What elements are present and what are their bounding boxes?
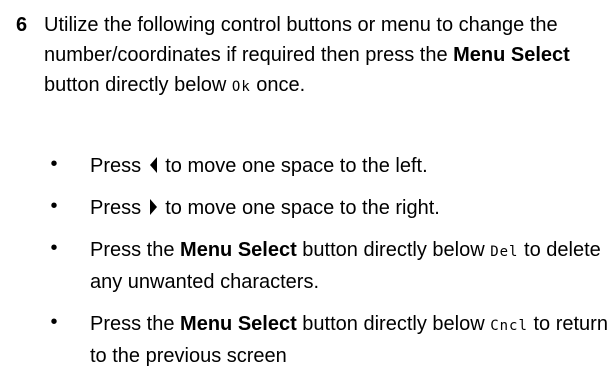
instruction-step: 6 Utilize the following control buttons … [0,0,616,368]
lcd-ok-label: Ok [231,79,251,95]
bullet-dot: • [50,237,58,259]
step-text-part: once. [250,74,306,96]
step-instruction: Utilize the following control buttons or… [44,10,604,102]
left-arrow-icon [149,157,157,173]
menu-select-label: Menu Select [180,313,297,335]
bullet-list: • Press to move one space to the left. •… [48,151,608,371]
bullet-text-part: button directly below [296,313,491,335]
list-item-move-left: • Press to move one space to the left. [48,151,608,181]
bullet-dot: • [50,153,58,175]
bullet-text-part: to move one space to the left. [159,155,428,177]
bullet-text-part: Press the [90,313,181,335]
step-number: 6 [16,14,28,36]
bullet-dot: • [50,195,58,217]
lcd-del-label: Del [490,244,519,260]
step-text-part: button directly below [44,74,232,96]
list-item-cancel: • Press the Menu Select button directly … [48,309,608,371]
list-item-delete: • Press the Menu Select button directly … [48,235,608,297]
bullet-text-part: button directly below [296,239,491,261]
list-item-move-right: • Press to move one space to the right. [48,193,608,223]
bullet-dot: • [50,311,58,333]
lcd-cncl-label: Cncl [490,318,528,334]
menu-select-label: Menu Select [453,44,570,66]
bullet-text-part: to move one space to the right. [159,197,440,219]
bullet-text-part: Press the [90,239,181,261]
bullet-text-part: Press [90,197,147,219]
right-arrow-icon [149,199,157,215]
menu-select-label: Menu Select [180,239,297,261]
bullet-text-part: Press [90,155,147,177]
